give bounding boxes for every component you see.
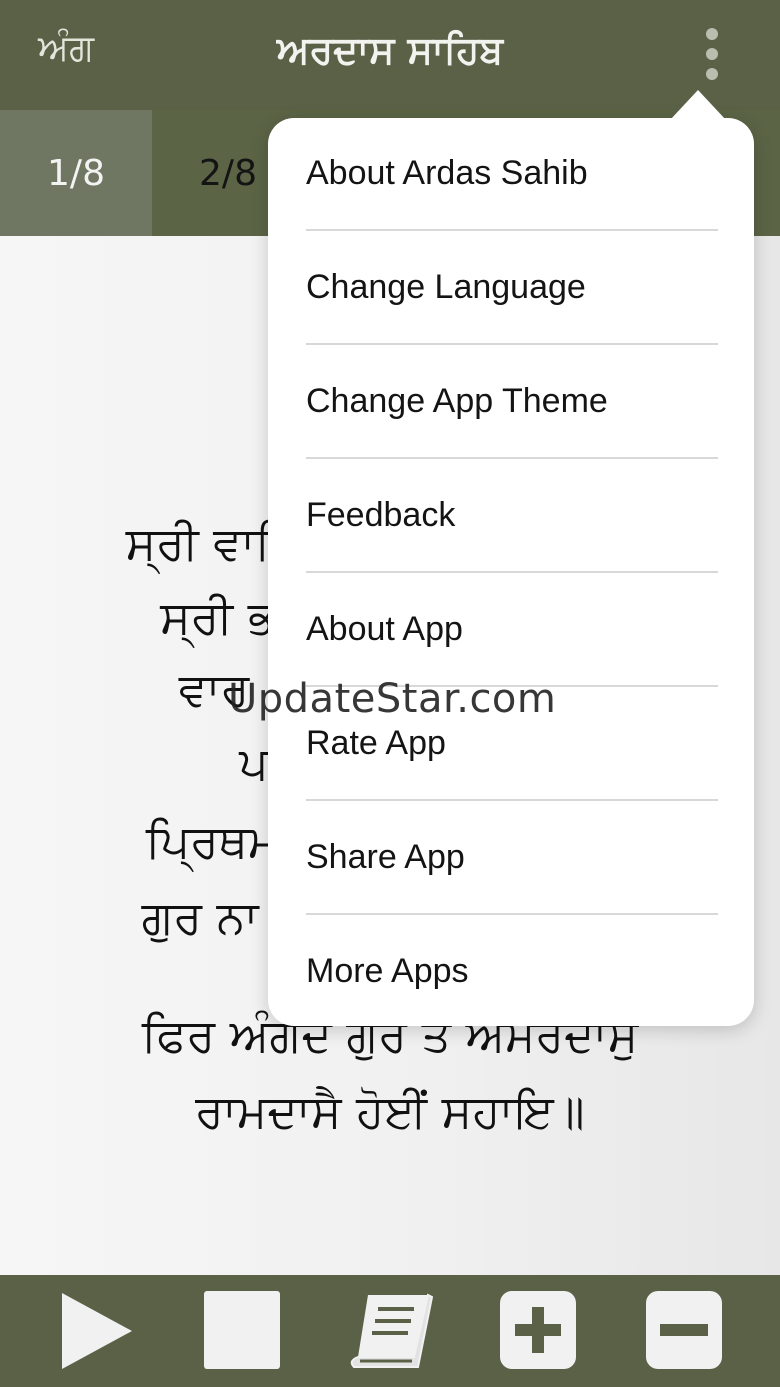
menu-item-feedback[interactable]: Feedback bbox=[306, 460, 718, 574]
minus-icon[interactable] bbox=[646, 1291, 722, 1369]
menu-divider bbox=[306, 571, 718, 573]
menu-item-about-app[interactable]: About App bbox=[306, 574, 718, 688]
menu-divider bbox=[306, 229, 718, 231]
menu-divider bbox=[306, 913, 718, 915]
stop-icon[interactable] bbox=[204, 1291, 280, 1369]
menu-item-about-ardas-sahib[interactable]: About Ardas Sahib bbox=[306, 118, 718, 232]
play-icon[interactable] bbox=[60, 1291, 138, 1371]
menu-item-change-language[interactable]: Change Language bbox=[306, 232, 718, 346]
menu-item-more-apps[interactable]: More Apps bbox=[306, 916, 718, 1030]
verse-line: ਰਾਮਦਾਸੈ ਹੋਈਂ ਸਹਾਇ॥ bbox=[195, 1084, 585, 1138]
menu-item-share-app[interactable]: Share App bbox=[306, 802, 718, 916]
bottom-toolbar bbox=[0, 1275, 780, 1387]
overflow-menu: About Ardas Sahib Change Language Change… bbox=[268, 90, 754, 1026]
book-icon[interactable] bbox=[348, 1291, 434, 1371]
menu-divider bbox=[306, 343, 718, 345]
top-bar: ਅੰਗ ਅਰਦਾਸ ਸਾਹਿਬ bbox=[0, 0, 780, 110]
page-title: ਅਰਦਾਸ ਸਾਹਿਬ bbox=[276, 28, 504, 72]
plus-icon[interactable] bbox=[500, 1291, 576, 1369]
menu-item-change-app-theme[interactable]: Change App Theme bbox=[306, 346, 718, 460]
watermark-text: UpdateStar.com bbox=[228, 676, 557, 722]
tab-page-1[interactable]: 1/8 bbox=[0, 110, 152, 236]
more-vertical-icon[interactable] bbox=[700, 28, 724, 80]
menu-divider bbox=[306, 799, 718, 801]
menu-divider bbox=[306, 457, 718, 459]
